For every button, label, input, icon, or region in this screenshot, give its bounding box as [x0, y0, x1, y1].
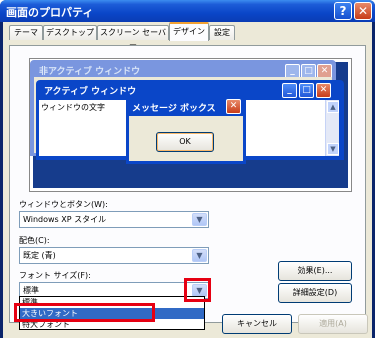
- windows-buttons-label: ウィンドウとボタン(W):: [19, 200, 108, 209]
- effects-button[interactable]: 効果(E)...: [278, 261, 352, 281]
- color-scheme-select[interactable]: 既定 (青) ▼: [19, 247, 209, 264]
- advanced-button[interactable]: 詳細設定(D): [278, 283, 352, 303]
- scroll-down-icon: ▼: [327, 143, 339, 155]
- preview-ok-button: OK: [156, 132, 214, 152]
- preview-scrollbar: ▲ ▼: [325, 100, 339, 156]
- inactive-window-title: 非アクティブ ウィンドウ: [39, 67, 141, 77]
- cancel-button[interactable]: キャンセル: [222, 314, 292, 334]
- properties-window: 画面のプロパティ ? ✕ テーマ デスクトップ スクリーン セーバー デザイン …: [0, 0, 375, 338]
- tab-desktop[interactable]: デスクトップ: [43, 25, 97, 40]
- font-size-label: フォント サイズ(F):: [19, 271, 91, 280]
- message-box-title: メッセージ ボックス: [132, 104, 216, 114]
- title-bar[interactable]: 画面のプロパティ ? ✕: [0, 0, 375, 22]
- scroll-up-icon: ▲: [327, 101, 339, 113]
- chevron-down-icon[interactable]: ▼: [192, 213, 207, 226]
- preview-message-box: メッセージ ボックス ✕ OK: [126, 96, 246, 164]
- apply-button: 適用(A): [298, 314, 368, 334]
- help-button[interactable]: ?: [334, 2, 352, 20]
- minimize-icon: _: [282, 83, 297, 98]
- color-scheme-label: 配色(C):: [19, 236, 50, 245]
- window-title: 画面のプロパティ: [6, 6, 94, 19]
- tab-settings[interactable]: 設定: [209, 25, 235, 40]
- tab-screensaver[interactable]: スクリーン セーバー: [97, 25, 169, 50]
- tab-design[interactable]: デザイン: [169, 22, 209, 41]
- highlight-box-arrow: [184, 278, 211, 302]
- tab-theme[interactable]: テーマ: [9, 25, 43, 40]
- maximize-icon: □: [299, 83, 314, 98]
- close-icon: ✕: [316, 83, 331, 98]
- close-icon: ✕: [226, 99, 241, 114]
- chevron-down-icon[interactable]: ▼: [192, 249, 207, 262]
- highlight-box-option: [14, 303, 155, 322]
- active-window-title: アクティブ ウィンドウ: [44, 87, 137, 97]
- windows-buttons-select[interactable]: Windows XP スタイル ▼: [19, 211, 209, 228]
- close-button[interactable]: ✕: [354, 2, 372, 20]
- window-text-sample: ウィンドウの文字: [41, 103, 105, 112]
